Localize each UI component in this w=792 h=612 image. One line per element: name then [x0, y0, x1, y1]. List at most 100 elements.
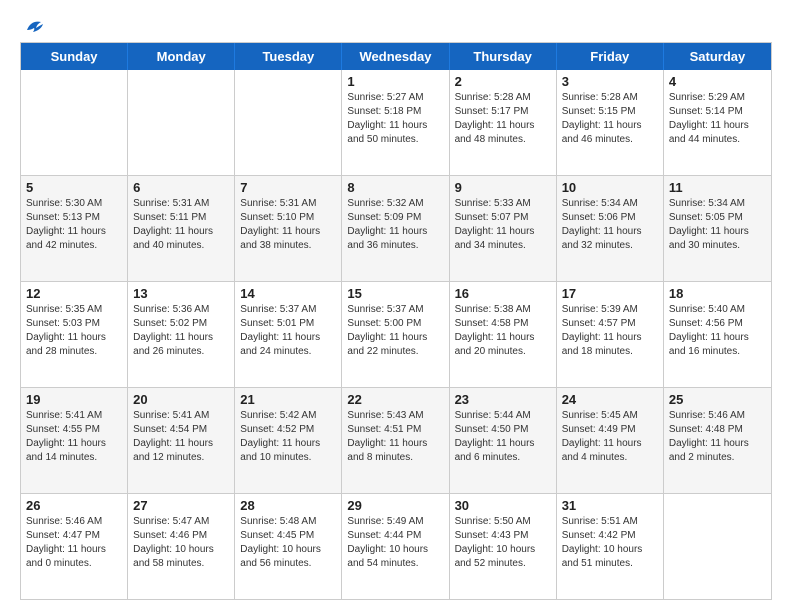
- day-cell-14: 14Sunrise: 5:37 AM Sunset: 5:01 PM Dayli…: [235, 282, 342, 387]
- day-info: Sunrise: 5:30 AM Sunset: 5:13 PM Dayligh…: [26, 197, 122, 253]
- header-cell-saturday: Saturday: [664, 43, 771, 70]
- day-number: 1: [347, 74, 443, 89]
- calendar: SundayMondayTuesdayWednesdayThursdayFrid…: [20, 42, 772, 600]
- header-cell-monday: Monday: [128, 43, 235, 70]
- day-cell-30: 30 Sunrise: 5:50 AM Sunset: 4:43 PM Dayli…: [450, 494, 557, 599]
- day-info: Sunrise: 5:47 AM Sunset: 4:46 PM Dayligh…: [133, 515, 229, 571]
- day-info: Sunrise: 5:35 AM Sunset: 5:03 PM Dayligh…: [26, 303, 122, 359]
- day-cell-4: 4 Sunrise: 5:29 AM Sunset: 5:14 PM Daylig…: [664, 70, 771, 175]
- day-info: Sunrise: 5:29 AM Sunset: 5:14 PM Dayligh…: [669, 91, 766, 147]
- day-number: 4: [669, 74, 766, 89]
- day-info: Sunrise: 5:37 AM Sunset: 5:00 PM Dayligh…: [347, 303, 443, 359]
- logo: [20, 16, 45, 34]
- header-cell-sunday: Sunday: [21, 43, 128, 70]
- day-info: Sunrise: 5:34 AM Sunset: 5:06 PM Dayligh…: [562, 197, 658, 253]
- day-cell-16: 16Sunrise: 5:38 AM Sunset: 4:58 PM Dayli…: [450, 282, 557, 387]
- day-info: Sunrise: 5:46 AM Sunset: 4:47 PM Dayligh…: [26, 515, 122, 571]
- calendar-row-1: 1 Sunrise: 5:27 AM Sunset: 5:18 PM Daylig…: [21, 70, 771, 175]
- day-number: 22: [347, 392, 443, 407]
- day-cell-24: 24 Sunrise: 5:45 AM Sunset: 4:49 PM Dayli…: [557, 388, 664, 493]
- day-number: 10: [562, 180, 658, 195]
- day-number: 25: [669, 392, 766, 407]
- day-cell-7: 7 Sunrise: 5:31 AM Sunset: 5:10 PM Daylig…: [235, 176, 342, 281]
- calendar-row-5: 26 Sunrise: 5:46 AM Sunset: 4:47 PM Dayli…: [21, 493, 771, 599]
- day-number: 9: [455, 180, 551, 195]
- day-cell-28: 28 Sunrise: 5:48 AM Sunset: 4:45 PM Dayli…: [235, 494, 342, 599]
- day-info: Sunrise: 5:48 AM Sunset: 4:45 PM Dayligh…: [240, 515, 336, 571]
- calendar-body: 1 Sunrise: 5:27 AM Sunset: 5:18 PM Daylig…: [21, 70, 771, 599]
- calendar-header: SundayMondayTuesdayWednesdayThursdayFrid…: [21, 43, 771, 70]
- day-number: 18: [669, 286, 766, 301]
- day-info: Sunrise: 5:36 AM Sunset: 5:02 PM Dayligh…: [133, 303, 229, 359]
- day-cell-20: 20Sunrise: 5:41 AM Sunset: 4:54 PM Dayli…: [128, 388, 235, 493]
- day-cell-5: 5Sunrise: 5:30 AM Sunset: 5:13 PM Daylig…: [21, 176, 128, 281]
- day-number: 29: [347, 498, 443, 513]
- day-info: Sunrise: 5:46 AM Sunset: 4:48 PM Dayligh…: [669, 409, 766, 465]
- day-number: 27: [133, 498, 229, 513]
- day-cell-25: 25 Sunrise: 5:46 AM Sunset: 4:48 PM Dayli…: [664, 388, 771, 493]
- day-number: 16: [455, 286, 551, 301]
- day-number: 24: [562, 392, 658, 407]
- day-info: Sunrise: 5:32 AM Sunset: 5:09 PM Dayligh…: [347, 197, 443, 253]
- day-cell-22: 22 Sunrise: 5:43 AM Sunset: 4:51 PM Dayli…: [342, 388, 449, 493]
- header-cell-wednesday: Wednesday: [342, 43, 449, 70]
- day-cell-17: 17 Sunrise: 5:39 AM Sunset: 4:57 PM Dayli…: [557, 282, 664, 387]
- day-number: 13: [133, 286, 229, 301]
- day-number: 6: [133, 180, 229, 195]
- calendar-row-2: 5Sunrise: 5:30 AM Sunset: 5:13 PM Daylig…: [21, 175, 771, 281]
- day-info: Sunrise: 5:33 AM Sunset: 5:07 PM Dayligh…: [455, 197, 551, 253]
- day-cell-18: 18 Sunrise: 5:40 AM Sunset: 4:56 PM Dayli…: [664, 282, 771, 387]
- header-cell-tuesday: Tuesday: [235, 43, 342, 70]
- day-number: 7: [240, 180, 336, 195]
- day-cell-27: 27 Sunrise: 5:47 AM Sunset: 4:46 PM Dayli…: [128, 494, 235, 599]
- day-cell-6: 6 Sunrise: 5:31 AM Sunset: 5:11 PM Daylig…: [128, 176, 235, 281]
- day-info: Sunrise: 5:31 AM Sunset: 5:10 PM Dayligh…: [240, 197, 336, 253]
- empty-cell-0-1: [128, 70, 235, 175]
- day-info: Sunrise: 5:42 AM Sunset: 4:52 PM Dayligh…: [240, 409, 336, 465]
- day-number: 17: [562, 286, 658, 301]
- day-cell-8: 8 Sunrise: 5:32 AM Sunset: 5:09 PM Daylig…: [342, 176, 449, 281]
- day-number: 23: [455, 392, 551, 407]
- day-number: 12: [26, 286, 122, 301]
- day-cell-31: 31Sunrise: 5:51 AM Sunset: 4:42 PM Dayli…: [557, 494, 664, 599]
- day-cell-2: 2Sunrise: 5:28 AM Sunset: 5:17 PM Daylig…: [450, 70, 557, 175]
- day-cell-21: 21Sunrise: 5:42 AM Sunset: 4:52 PM Dayli…: [235, 388, 342, 493]
- day-number: 30: [455, 498, 551, 513]
- day-cell-11: 11 Sunrise: 5:34 AM Sunset: 5:05 PM Dayli…: [664, 176, 771, 281]
- day-cell-23: 23Sunrise: 5:44 AM Sunset: 4:50 PM Dayli…: [450, 388, 557, 493]
- empty-cell-0-2: [235, 70, 342, 175]
- day-info: Sunrise: 5:45 AM Sunset: 4:49 PM Dayligh…: [562, 409, 658, 465]
- day-number: 15: [347, 286, 443, 301]
- day-info: Sunrise: 5:49 AM Sunset: 4:44 PM Dayligh…: [347, 515, 443, 571]
- day-info: Sunrise: 5:50 AM Sunset: 4:43 PM Dayligh…: [455, 515, 551, 571]
- day-info: Sunrise: 5:34 AM Sunset: 5:05 PM Dayligh…: [669, 197, 766, 253]
- day-number: 2: [455, 74, 551, 89]
- day-cell-9: 9 Sunrise: 5:33 AM Sunset: 5:07 PM Daylig…: [450, 176, 557, 281]
- header-cell-thursday: Thursday: [450, 43, 557, 70]
- day-number: 11: [669, 180, 766, 195]
- empty-cell-0-0: [21, 70, 128, 175]
- empty-cell-4-6: [664, 494, 771, 599]
- day-info: Sunrise: 5:51 AM Sunset: 4:42 PM Dayligh…: [562, 515, 658, 571]
- day-cell-1: 1 Sunrise: 5:27 AM Sunset: 5:18 PM Daylig…: [342, 70, 449, 175]
- day-number: 26: [26, 498, 122, 513]
- day-cell-26: 26 Sunrise: 5:46 AM Sunset: 4:47 PM Dayli…: [21, 494, 128, 599]
- day-info: Sunrise: 5:43 AM Sunset: 4:51 PM Dayligh…: [347, 409, 443, 465]
- header-cell-friday: Friday: [557, 43, 664, 70]
- day-number: 14: [240, 286, 336, 301]
- day-info: Sunrise: 5:39 AM Sunset: 4:57 PM Dayligh…: [562, 303, 658, 359]
- day-info: Sunrise: 5:40 AM Sunset: 4:56 PM Dayligh…: [669, 303, 766, 359]
- day-number: 8: [347, 180, 443, 195]
- calendar-row-4: 19Sunrise: 5:41 AM Sunset: 4:55 PM Dayli…: [21, 387, 771, 493]
- day-info: Sunrise: 5:28 AM Sunset: 5:15 PM Dayligh…: [562, 91, 658, 147]
- day-cell-3: 3 Sunrise: 5:28 AM Sunset: 5:15 PM Daylig…: [557, 70, 664, 175]
- day-number: 28: [240, 498, 336, 513]
- logo-bird-icon: [23, 16, 45, 38]
- page: SundayMondayTuesdayWednesdayThursdayFrid…: [0, 0, 792, 612]
- day-cell-29: 29 Sunrise: 5:49 AM Sunset: 4:44 PM Dayli…: [342, 494, 449, 599]
- day-info: Sunrise: 5:31 AM Sunset: 5:11 PM Dayligh…: [133, 197, 229, 253]
- day-cell-15: 15 Sunrise: 5:37 AM Sunset: 5:00 PM Dayli…: [342, 282, 449, 387]
- day-info: Sunrise: 5:27 AM Sunset: 5:18 PM Dayligh…: [347, 91, 443, 147]
- day-number: 19: [26, 392, 122, 407]
- day-number: 3: [562, 74, 658, 89]
